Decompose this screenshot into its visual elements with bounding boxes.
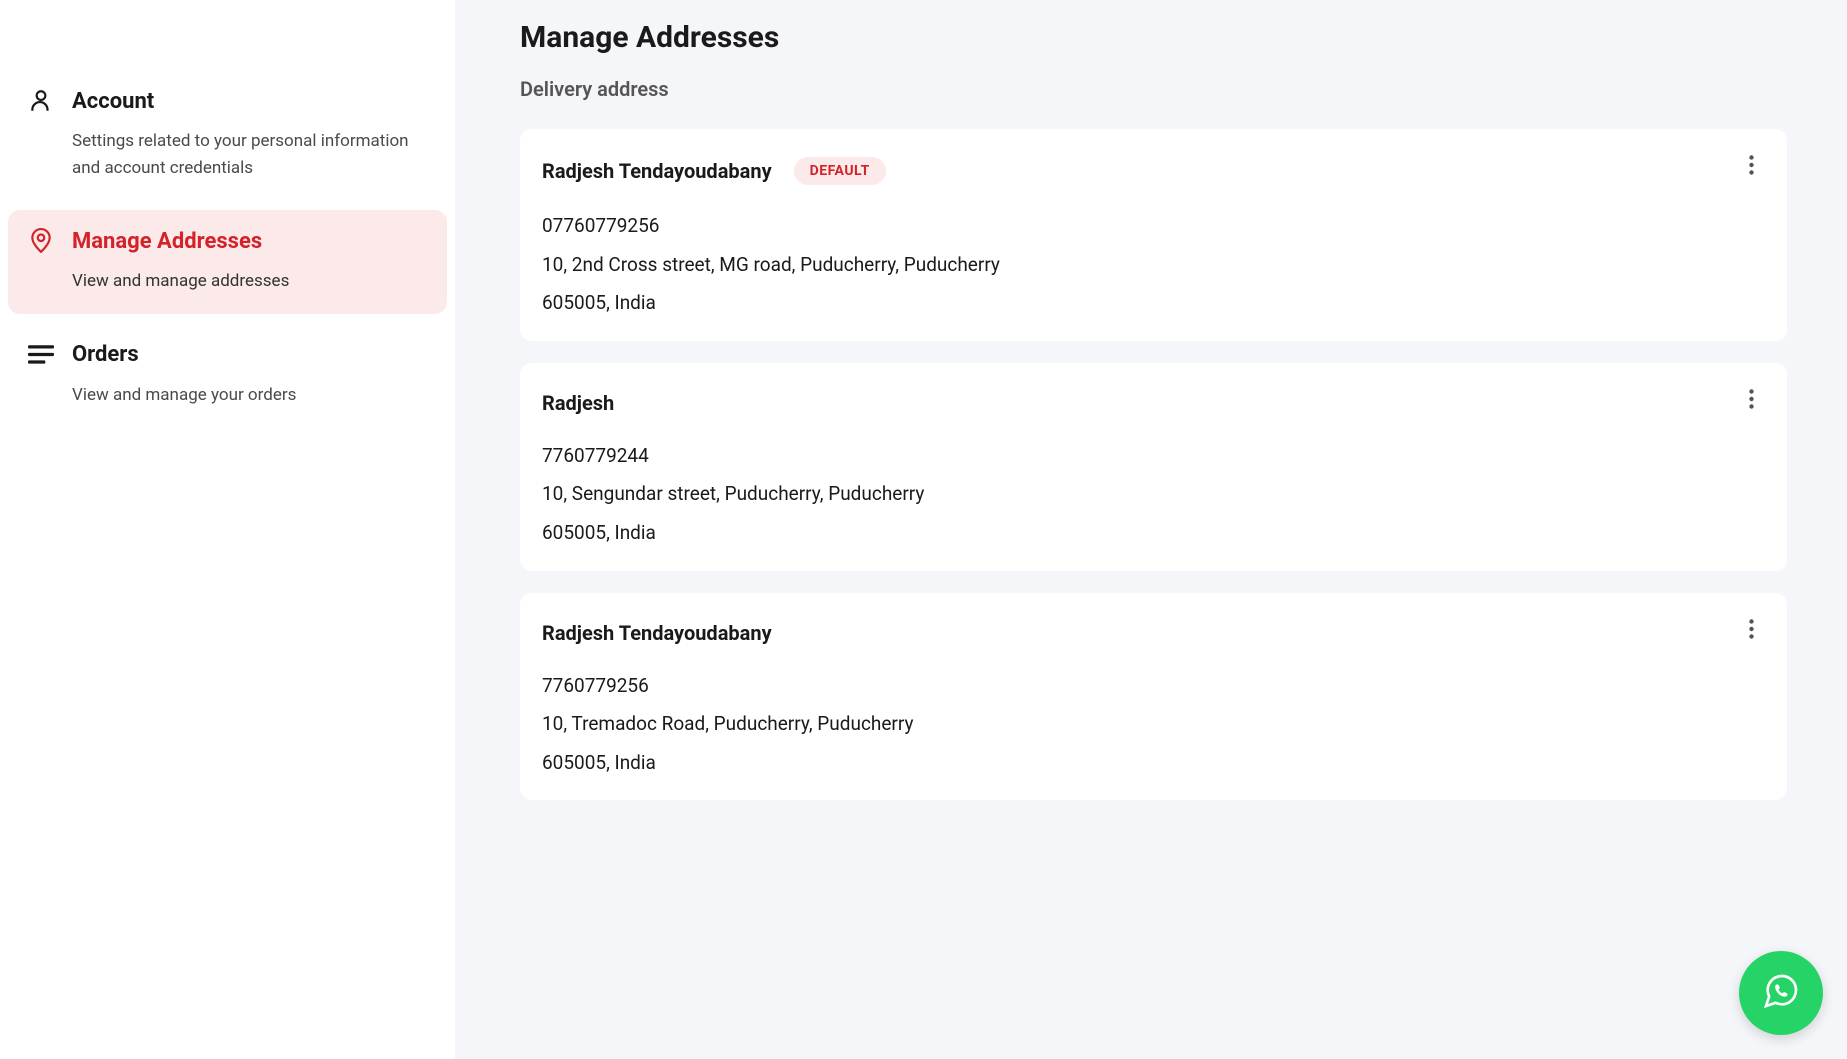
sidebar-item-title: Orders [72,342,139,367]
address-card: Radjesh 7760779244 10, Sengundar street,… [520,363,1787,571]
sidebar-item-orders[interactable]: Orders View and manage your orders [8,324,447,427]
sidebar-item-account[interactable]: Account Settings related to your persona… [8,70,447,200]
address-card-header: Radjesh [542,391,1757,415]
address-phone: 07760779256 [542,213,1757,240]
address-phone: 7760779256 [542,673,1757,700]
kebab-menu-button[interactable] [1739,617,1763,641]
main-content: Manage Addresses Delivery address Radjes… [455,0,1847,1059]
location-icon [28,228,54,254]
page-title: Manage Addresses [520,20,1787,55]
address-postal: 605005, India [542,750,1757,777]
section-title: Delivery address [520,77,1787,101]
address-card-header: Radjesh Tendayoudabany DEFAULT [542,157,1757,185]
sidebar-item-desc: View and manage addresses [72,268,427,295]
address-name: Radjesh Tendayoudabany [542,621,772,645]
whatsapp-button[interactable] [1739,951,1823,1035]
address-name: Radjesh Tendayoudabany [542,159,772,183]
address-street: 10, Tremadoc Road, Puducherry, Puducherr… [542,711,1757,738]
sidebar-item-header: Manage Addresses [28,228,427,254]
address-card-header: Radjesh Tendayoudabany [542,621,1757,645]
person-icon [28,88,54,114]
sidebar-item-title: Manage Addresses [72,229,262,254]
sidebar: Account Settings related to your persona… [0,0,455,1059]
list-icon [28,342,54,368]
sidebar-item-header: Account [28,88,427,114]
kebab-menu-button[interactable] [1739,387,1763,411]
address-phone: 7760779244 [542,443,1757,470]
address-card: Radjesh Tendayoudabany DEFAULT 077607792… [520,129,1787,341]
sidebar-item-desc: Settings related to your personal inform… [72,128,427,182]
default-badge: DEFAULT [794,157,886,185]
sidebar-item-title: Account [72,89,154,114]
address-street: 10, Sengundar street, Puducherry, Puduch… [542,481,1757,508]
sidebar-item-manage-addresses[interactable]: Manage Addresses View and manage address… [8,210,447,313]
address-card: Radjesh Tendayoudabany 7760779256 10, Tr… [520,593,1787,801]
address-street: 10, 2nd Cross street, MG road, Puducherr… [542,252,1757,279]
sidebar-item-desc: View and manage your orders [72,382,427,409]
sidebar-item-header: Orders [28,342,427,368]
address-postal: 605005, India [542,520,1757,547]
address-postal: 605005, India [542,290,1757,317]
kebab-menu-button[interactable] [1739,153,1763,177]
address-name: Radjesh [542,391,614,415]
whatsapp-icon [1761,971,1801,1015]
